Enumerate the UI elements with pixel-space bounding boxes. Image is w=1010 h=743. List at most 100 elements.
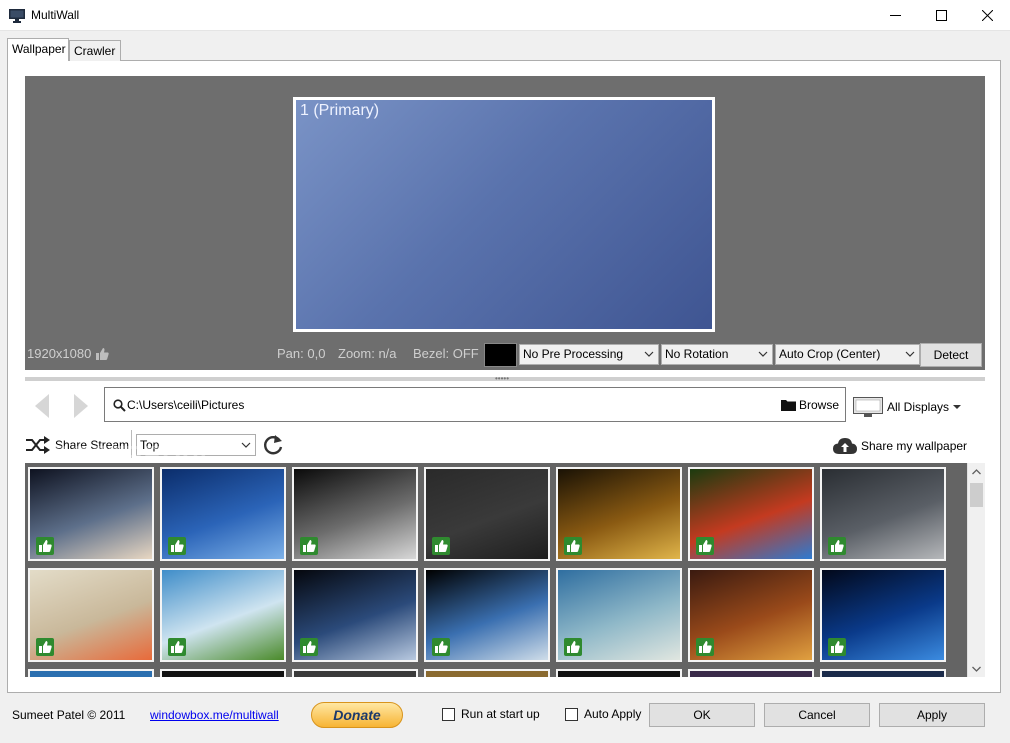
rotation-select[interactable]: No Rotation (661, 344, 773, 365)
close-button[interactable] (964, 0, 1010, 31)
display-preview-area: 1 (Primary) 1920x1080 Pan: 0,0 Zoom: n/a… (25, 76, 985, 370)
chevron-down-icon (905, 351, 915, 357)
author-label: Sumeet Patel © 2011 (12, 708, 126, 722)
detect-button[interactable]: Detect (920, 343, 982, 367)
wallpaper-thumbnail-partial[interactable] (160, 669, 286, 677)
wallpaper-thumbnail-green-field[interactable] (160, 568, 286, 662)
thumbs-up-icon[interactable] (36, 537, 54, 555)
wallpaper-grid (25, 463, 967, 677)
run-at-startup-label: Run at start up (461, 707, 540, 721)
thumbs-up-icon[interactable] (696, 638, 714, 656)
donate-button[interactable]: Donate (311, 702, 403, 728)
minimize-button[interactable] (872, 0, 918, 31)
thumbs-up-icon[interactable] (564, 638, 582, 656)
back-arrow-icon[interactable] (29, 391, 55, 421)
path-input[interactable]: C:\Users\ceili\Pictures Browse (104, 387, 846, 422)
scroll-up-button[interactable] (968, 463, 985, 480)
thumbs-up-icon[interactable] (300, 638, 318, 656)
monitor-preview[interactable]: 1 (Primary) (293, 97, 715, 332)
wallpaper-thumbnail-earth-orbit[interactable] (292, 568, 418, 662)
maximize-button[interactable] (918, 0, 964, 31)
browse-button[interactable]: Browse (780, 398, 839, 412)
share-stream-button[interactable]: Share Stream (25, 436, 129, 454)
wallpaper-thumbnail-bokeh-lights[interactable] (556, 467, 682, 561)
thumbs-up-icon[interactable] (828, 537, 846, 555)
apply-button[interactable]: Apply (879, 703, 985, 727)
chevron-down-icon (241, 442, 251, 448)
grip-icon: ••••• (495, 374, 510, 383)
run-at-startup-checkbox[interactable]: Run at start up (442, 707, 540, 721)
crop-select[interactable]: Auto Crop (Center) (775, 344, 920, 365)
wallpaper-thumbnail-hawk[interactable] (820, 467, 946, 561)
sort-value: Top (140, 438, 160, 452)
cancel-button[interactable]: Cancel (764, 703, 870, 727)
share-my-wallpaper-label: Share my wallpaper (861, 439, 968, 453)
thumbs-up-icon[interactable] (564, 537, 582, 555)
thumbs-up-icon[interactable] (696, 537, 714, 555)
wallpaper-thumbnail-space-shuttle[interactable] (556, 568, 682, 662)
wallpaper-thumbnail-partial[interactable] (820, 669, 946, 677)
maximize-icon (935, 10, 947, 21)
caret-down-icon (953, 405, 962, 409)
cloud-upload-icon (833, 438, 857, 454)
divider (131, 430, 132, 458)
chevron-down-icon (758, 351, 768, 357)
thumbs-up-icon[interactable] (95, 347, 110, 361)
rotation-value: No Rotation (665, 347, 729, 361)
close-icon (981, 10, 993, 21)
thumbs-up-icon[interactable] (432, 537, 450, 555)
chevron-down-icon (644, 351, 654, 357)
wallpaper-thumbnail-blue-planet[interactable] (820, 568, 946, 662)
sort-select[interactable]: Top (136, 434, 256, 456)
zoom-label: Zoom: n/a (338, 346, 397, 361)
tab-wallpaper[interactable]: Wallpaper (7, 38, 69, 61)
wallpaper-thumbnail-portal[interactable] (424, 467, 550, 561)
thumbs-up-icon[interactable] (300, 537, 318, 555)
wallpaper-thumbnail-partial[interactable] (688, 669, 814, 677)
scroll-down-button[interactable] (968, 660, 985, 677)
minimize-icon (889, 15, 901, 16)
wallpaper-thumbnail-partial[interactable] (28, 669, 154, 677)
search-icon (113, 399, 126, 412)
wallpaper-thumbnail-earth-globe[interactable] (424, 568, 550, 662)
path-text: C:\Users\ceili\Pictures (127, 398, 245, 412)
wallpaper-thumbnail-partial[interactable] (292, 669, 418, 677)
thumbs-up-icon[interactable] (168, 638, 186, 656)
monitor-label: 1 (Primary) (300, 102, 380, 119)
checkbox-box (565, 707, 578, 721)
forward-arrow-icon[interactable] (68, 391, 94, 421)
wallpaper-thumbnail-spectrum-bars[interactable] (688, 467, 814, 561)
splitter-handle[interactable]: ••••• (25, 374, 985, 383)
thumbs-up-icon[interactable] (36, 638, 54, 656)
tab-crawler[interactable]: Crawler (69, 40, 121, 61)
wallpaper-thumbnail-heroes-collage[interactable] (688, 568, 814, 662)
all-displays-label: All Displays (887, 400, 950, 414)
grid-scrollbar[interactable] (967, 463, 985, 677)
refresh-icon[interactable] (261, 432, 285, 458)
wallpaper-thumbnail-partial[interactable] (556, 669, 682, 677)
pre-processing-select[interactable]: No Pre Processing (519, 344, 659, 365)
wallpaper-thumbnail-earth-horizon[interactable] (28, 467, 154, 561)
background-color-swatch[interactable] (484, 343, 517, 367)
pan-label: Pan: 0,0 (277, 346, 326, 361)
resolution-text: 1920x1080 (27, 346, 92, 361)
all-displays-dropdown[interactable]: All Displays (853, 397, 962, 417)
wallpaper-thumbnail-city-skyline[interactable] (160, 467, 286, 561)
wallpaper-thumbnail-left-right-brain[interactable] (28, 568, 154, 662)
thumbs-up-icon[interactable] (168, 537, 186, 555)
checkbox-box (442, 707, 455, 721)
bezel-label[interactable]: Bezel: OFF (413, 346, 479, 361)
scroll-thumb[interactable] (970, 483, 983, 507)
wallpaper-thumbnail-partial[interactable] (424, 669, 550, 677)
wallpaper-thumbnail-astronaut-moon[interactable] (292, 467, 418, 561)
ok-button[interactable]: OK (649, 703, 755, 727)
auto-apply-checkbox[interactable]: Auto Apply (565, 707, 641, 721)
pre-processing-value: No Pre Processing (523, 347, 624, 361)
thumbs-up-icon[interactable] (432, 638, 450, 656)
thumbs-up-icon[interactable] (828, 638, 846, 656)
chevron-up-icon (972, 468, 981, 474)
window-title: MultiWall (31, 8, 80, 22)
share-stream-label: Share Stream (55, 438, 130, 452)
website-link[interactable]: windowbox.me/multiwall (150, 708, 279, 722)
share-my-wallpaper-button[interactable]: Share my wallpaper (833, 437, 967, 455)
